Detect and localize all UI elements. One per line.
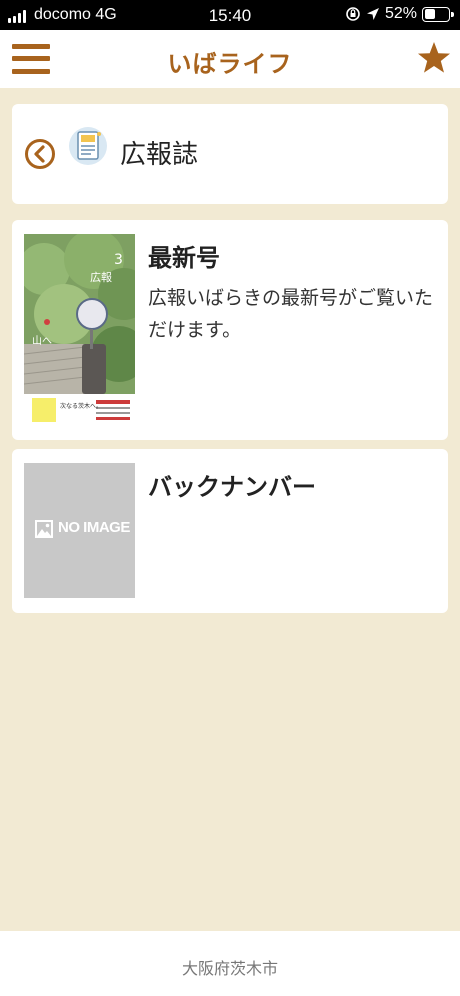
back-number-title: バックナンバー: [148, 473, 316, 501]
footer-text: 大阪府茨木市: [181, 959, 278, 978]
app-header: いばライフ: [0, 30, 460, 88]
cover-side-text: 山へ: [32, 335, 52, 347]
section-header-card: 広報誌: [12, 104, 448, 204]
back-icon[interactable]: [24, 138, 56, 170]
latest-issue-description: 広報いばらきの最新号がご覧いただけます。: [148, 287, 434, 341]
orientation-lock-icon: [346, 7, 360, 21]
cover-label: 広報: [90, 271, 112, 284]
battery-icon: [422, 6, 454, 22]
battery-percent: 52%: [384, 5, 417, 22]
footer: 大阪府茨木市: [0, 931, 460, 996]
cover-issue-number: 3: [114, 252, 123, 268]
section-title: 広報誌: [120, 140, 199, 170]
latest-issue-card[interactable]: 3 広報 山へ 次なる茨木へ。 最新号 広報いばらきの最新号がご覧いただけます。: [12, 220, 448, 440]
status-bar: docomo 4G 15:40 52%: [0, 0, 460, 30]
no-image-placeholder: NO IMAGE: [24, 463, 135, 598]
star-icon[interactable]: [416, 40, 452, 76]
location-icon: [366, 8, 379, 20]
no-image-label: NO IMAGE: [58, 519, 130, 536]
cover-bottom-text: 次なる茨木へ。: [60, 402, 102, 410]
back-number-card[interactable]: NO IMAGE バックナンバー: [12, 449, 448, 613]
latest-issue-cover-image: 3 広報 山へ 次なる茨木へ。: [24, 234, 135, 424]
newsletter-icon: [69, 127, 107, 165]
image-icon: [35, 520, 53, 538]
app-title: いばライフ: [167, 50, 293, 78]
latest-issue-title: 最新号: [148, 244, 220, 272]
